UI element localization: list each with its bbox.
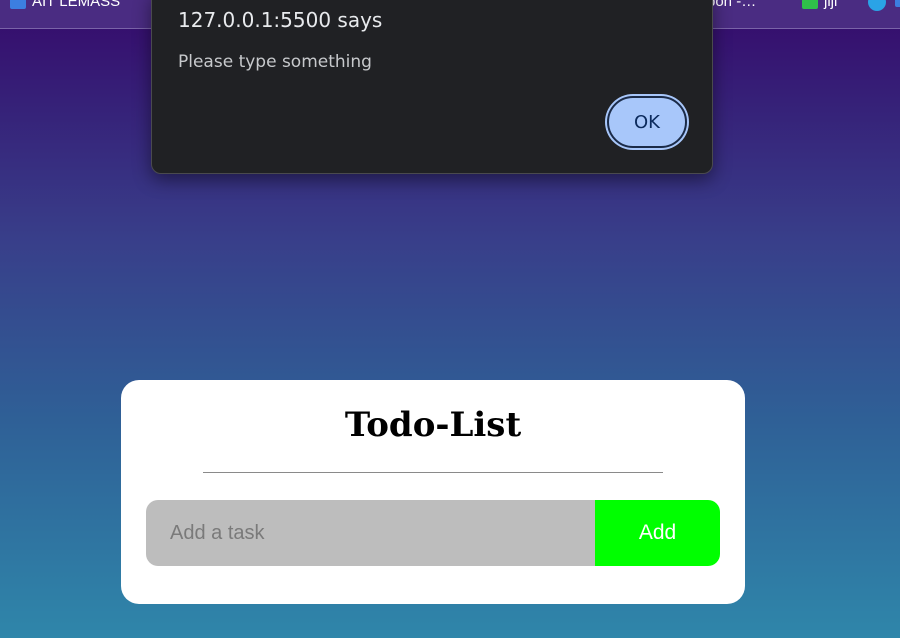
bookmark-label: bon -… — [707, 0, 757, 10]
ok-button[interactable]: OK — [607, 96, 687, 148]
telegram-icon — [868, 0, 886, 11]
bookmark-ait-lemass[interactable]: AIT LEMASS — [10, 0, 120, 10]
lemass-logo-icon — [10, 0, 26, 9]
alert-dialog: 127.0.0.1:5500 says Please type somethin… — [151, 0, 713, 174]
bookmark-partial[interactable] — [895, 0, 900, 7]
todo-card: Todo-List Add — [121, 380, 745, 604]
bookmark-label: AIT LEMASS — [32, 0, 121, 10]
jiji-logo-icon — [802, 0, 818, 9]
title-divider — [203, 472, 663, 473]
bookmark-label: jiji — [824, 0, 838, 10]
dialog-message: Please type something — [178, 52, 372, 72]
partial-bookmark-icon — [895, 0, 900, 7]
bookmark-telegram[interactable] — [868, 0, 886, 11]
task-input-row: Add — [146, 500, 720, 566]
bookmark-jiji[interactable]: jiji — [802, 0, 837, 10]
bookmark-bon[interactable]: bon -… — [707, 0, 756, 10]
add-button[interactable]: Add — [595, 500, 720, 566]
dialog-title: 127.0.0.1:5500 says — [178, 8, 383, 32]
task-input[interactable] — [146, 500, 595, 566]
page-title: Todo-List — [344, 405, 522, 445]
